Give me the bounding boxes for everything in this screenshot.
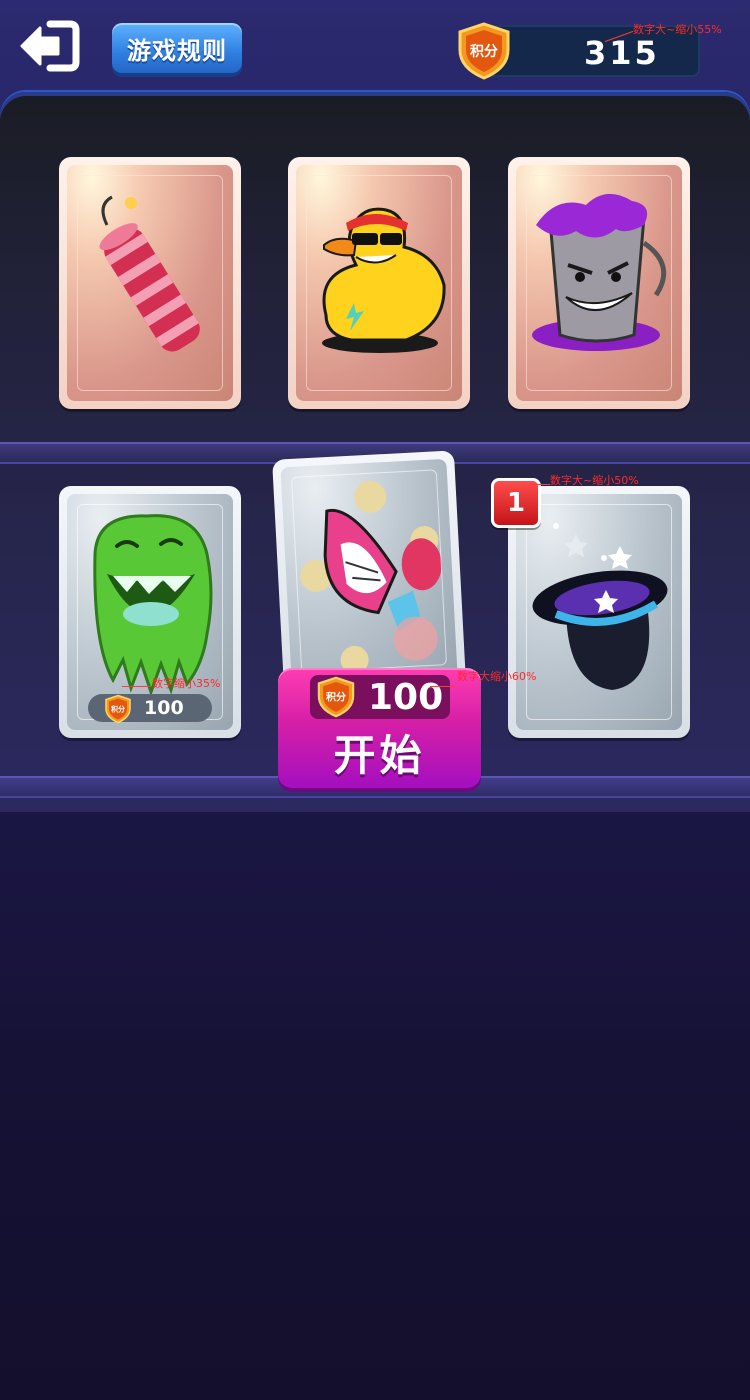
back-arrow-icon	[20, 20, 80, 72]
firecracker-icon	[99, 195, 200, 352]
magic-hat-icon	[532, 523, 668, 690]
rocket-icon	[300, 480, 442, 674]
back-button[interactable]	[14, 18, 82, 74]
annotation-line	[430, 686, 456, 687]
rules-button[interactable]: 游戏规则	[112, 23, 242, 73]
hat-count-annotation: 数字大~缩小50%	[550, 474, 639, 487]
slime-price-annotation: 数字缩小35%	[152, 677, 221, 690]
start-button-label: 开始	[333, 730, 426, 780]
svg-text:积分: 积分	[326, 691, 346, 704]
item-card-paint-bucket[interactable]	[508, 157, 690, 409]
item-card-rocket-selected[interactable]	[272, 450, 466, 692]
paint-bucket-icon	[532, 193, 667, 351]
cool-duck-icon	[322, 207, 446, 353]
points-shield-icon: 积分	[104, 694, 132, 724]
annotation-line	[122, 686, 150, 687]
item-count-badge: 1	[491, 478, 541, 528]
annotation-line	[530, 484, 550, 485]
svg-text:积分: 积分	[111, 705, 125, 714]
svg-text:积分: 积分	[470, 43, 498, 60]
score-annotation: 数字大~缩小55%	[633, 23, 722, 36]
item-card-cool-duck[interactable]	[288, 157, 470, 409]
item-card-firecracker[interactable]	[59, 157, 241, 409]
start-price-annotation: 数字大缩小60%	[457, 670, 537, 683]
points-shield-icon: 积分	[316, 676, 356, 718]
points-shield-icon: 积分	[456, 22, 512, 80]
